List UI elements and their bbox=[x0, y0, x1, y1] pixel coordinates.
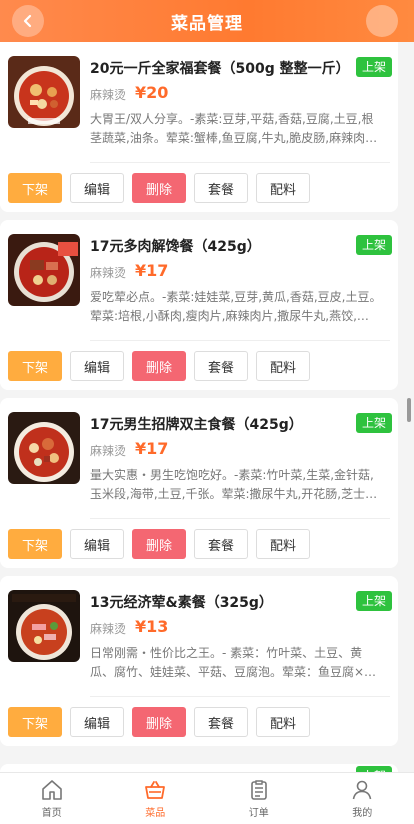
ingredients-button[interactable]: 配料 bbox=[256, 529, 310, 559]
action-row: 下架 编辑 删除 套餐 配料 bbox=[8, 529, 310, 559]
bottom-tab-bar: 首页 菜品 订单 我的 bbox=[0, 772, 414, 824]
dish-image bbox=[8, 234, 80, 306]
dish-card: 13元经济荤&素餐（325g） 上架 麻辣烫 ¥13 日常刚需・性价比之王。- … bbox=[0, 576, 398, 746]
divider bbox=[90, 696, 390, 697]
dish-card-partial: 上架 bbox=[0, 764, 398, 772]
scrollbar-handle[interactable] bbox=[407, 398, 411, 422]
dish-category: 麻辣烫 bbox=[90, 266, 127, 280]
page-title: 菜品管理 bbox=[171, 13, 243, 34]
ingredients-button[interactable]: 配料 bbox=[256, 351, 310, 381]
edit-button[interactable]: 编辑 bbox=[70, 173, 124, 203]
dish-image bbox=[8, 412, 80, 484]
dish-description: 爱吃荤必点。-素菜:娃娃菜,豆芽,黄瓜,香菇,豆皮,土豆。荤菜:培根,小酥肉,瘦… bbox=[90, 290, 382, 323]
delete-button[interactable]: 删除 bbox=[132, 529, 186, 559]
combo-button[interactable]: 套餐 bbox=[194, 351, 248, 381]
edit-button[interactable]: 编辑 bbox=[70, 529, 124, 559]
tab-label: 我的 bbox=[352, 808, 373, 819]
delete-button[interactable]: 删除 bbox=[132, 351, 186, 381]
combo-button[interactable]: 套餐 bbox=[194, 529, 248, 559]
dish-category: 麻辣烫 bbox=[90, 444, 127, 458]
action-row: 下架 编辑 删除 套餐 配料 bbox=[8, 173, 310, 203]
header-action-button[interactable] bbox=[366, 5, 398, 37]
delete-button[interactable]: 删除 bbox=[132, 707, 186, 737]
delist-button[interactable]: 下架 bbox=[8, 173, 62, 203]
dish-category: 麻辣烫 bbox=[90, 622, 127, 636]
action-row: 下架 编辑 删除 套餐 配料 bbox=[8, 351, 310, 381]
back-button[interactable] bbox=[12, 5, 44, 37]
dish-description: 大胃王/双人分享。-素菜:豆芽,平菇,香菇,豆腐,土豆,根茎蔬菜,油条。荤菜:蟹… bbox=[90, 112, 378, 145]
status-badge: 上架 bbox=[355, 57, 392, 77]
tab-orders[interactable]: 订单 bbox=[207, 773, 311, 824]
dish-title: 17元多肉解馋餐（425g） bbox=[90, 239, 261, 255]
tab-dishes[interactable]: 菜品 bbox=[104, 773, 208, 824]
combo-button[interactable]: 套餐 bbox=[194, 173, 248, 203]
delist-button[interactable]: 下架 bbox=[8, 351, 62, 381]
dish-card: 17元男生招牌双主食餐（425g） 上架 麻辣烫 ¥17 量大实惠・男生吃饱吃好… bbox=[0, 398, 398, 568]
tab-label: 首页 bbox=[41, 808, 62, 819]
status-badge: 上架 bbox=[355, 235, 392, 255]
dish-card: 17元多肉解馋餐（425g） 上架 麻辣烫 ¥17 爱吃荤必点。-素菜:娃娃菜,… bbox=[0, 220, 398, 390]
dish-list[interactable]: 20元一斤全家福套餐（500g 整整一斤） 上架 麻辣烫 ¥20 大胃王/双人分… bbox=[0, 42, 414, 772]
ingredients-button[interactable]: 配料 bbox=[256, 173, 310, 203]
basket-icon bbox=[145, 781, 166, 799]
dish-title: 17元男生招牌双主食餐（425g） bbox=[90, 417, 303, 433]
ingredients-button[interactable]: 配料 bbox=[256, 707, 310, 737]
tab-home[interactable]: 首页 bbox=[0, 773, 104, 824]
home-icon bbox=[41, 780, 62, 800]
divider bbox=[90, 518, 390, 519]
user-icon bbox=[352, 780, 372, 800]
dish-description: 日常刚需・性价比之王。- 素菜：竹叶菜、土豆、黄瓜、腐竹、娃娃菜、平菇、豆腐泡。… bbox=[90, 646, 377, 679]
dish-image bbox=[8, 590, 80, 662]
dish-price: ¥17 bbox=[135, 261, 169, 280]
dish-price: ¥20 bbox=[135, 83, 169, 102]
dish-card: 20元一斤全家福套餐（500g 整整一斤） 上架 麻辣烫 ¥20 大胃王/双人分… bbox=[0, 42, 398, 212]
edit-button[interactable]: 编辑 bbox=[70, 351, 124, 381]
delist-button[interactable]: 下架 bbox=[8, 707, 62, 737]
tab-label: 订单 bbox=[248, 808, 269, 819]
combo-button[interactable]: 套餐 bbox=[194, 707, 248, 737]
divider bbox=[90, 162, 390, 163]
dish-title: 20元一斤全家福套餐（500g 整整一斤） bbox=[90, 61, 345, 77]
dish-description: 量大实惠・男生吃饱吃好。-素菜:竹叶菜,生菜,金针菇,玉米段,海带,土豆,千张。… bbox=[90, 468, 378, 501]
dish-image bbox=[8, 56, 80, 128]
status-badge: 上架 bbox=[355, 591, 392, 611]
dish-price: ¥13 bbox=[135, 617, 169, 636]
divider bbox=[90, 340, 390, 341]
order-icon bbox=[250, 780, 267, 800]
tab-label: 菜品 bbox=[145, 808, 166, 819]
action-row: 下架 编辑 删除 套餐 配料 bbox=[8, 707, 310, 737]
chevron-left-icon bbox=[23, 14, 32, 28]
dish-category: 麻辣烫 bbox=[90, 88, 127, 102]
edit-button[interactable]: 编辑 bbox=[70, 707, 124, 737]
delete-button[interactable]: 删除 bbox=[132, 173, 186, 203]
dish-title: 13元经济荤&素餐（325g） bbox=[90, 595, 273, 611]
dish-price: ¥17 bbox=[135, 439, 169, 458]
app-header: 菜品管理 bbox=[0, 0, 414, 42]
status-badge: 上架 bbox=[355, 413, 392, 433]
delist-button[interactable]: 下架 bbox=[8, 529, 62, 559]
tab-me[interactable]: 我的 bbox=[311, 773, 414, 824]
